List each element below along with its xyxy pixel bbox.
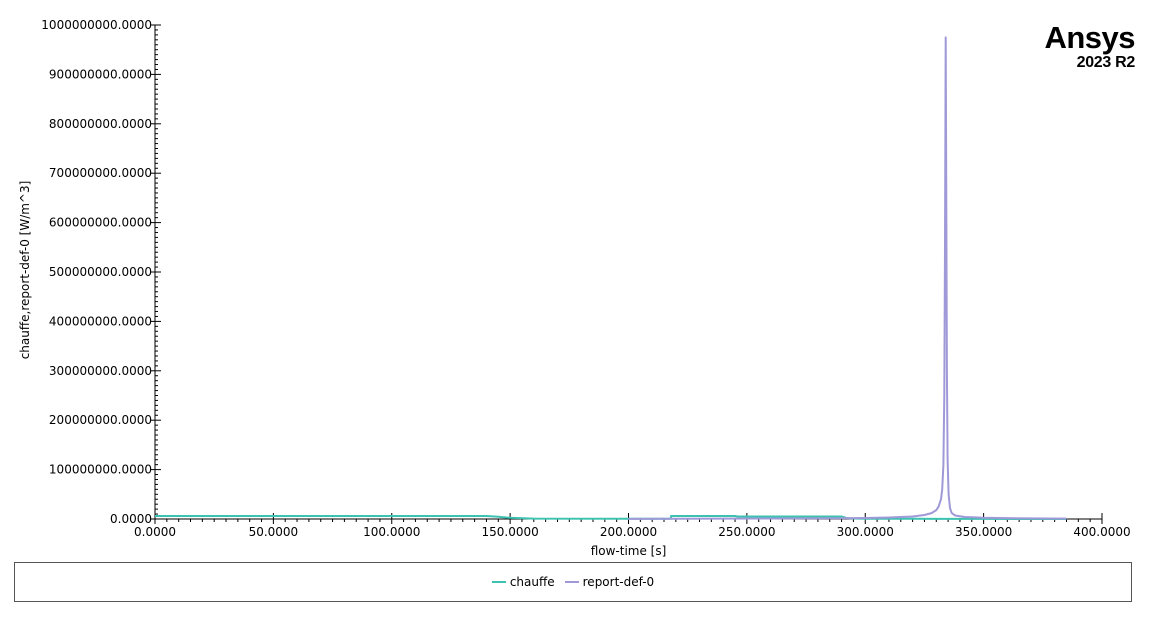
plot-area: 0.0000 100000000.0000 200000000.0000 300000… [18, 18, 1131, 558]
series-line-report-def-0 [628, 36, 1067, 520]
x-tick-label: 350.0000 [955, 525, 1012, 539]
x-tick-label: 50.0000 [249, 525, 299, 539]
x-tick-label: 200.0000 [600, 525, 657, 539]
y-axis-title: chauffe,report-def-0 [W/m^3] [18, 181, 32, 360]
x-tick-label: 250.0000 [718, 525, 775, 539]
ansys-logo: Ansys 2023 R2 [1044, 22, 1135, 71]
legend-item-report-def-0[interactable]: report-def-0 [564, 575, 655, 589]
series-layer [155, 36, 1067, 520]
x-tick-label: 100.0000 [363, 525, 420, 539]
y-tick-label: 300000000.0000 [49, 364, 152, 378]
axes: 0.0000 100000000.0000 200000000.0000 300000… [41, 18, 1130, 539]
legend: chauffe report-def-0 [14, 562, 1132, 602]
x-tick-label: 150.0000 [481, 525, 538, 539]
legend-swatch-report-def-0 [564, 581, 579, 583]
y-tick-label: 700000000.0000 [49, 166, 152, 180]
y-tick-label: 900000000.0000 [49, 67, 152, 81]
logo-name: Ansys [1044, 20, 1135, 55]
legend-swatch-chauffe [491, 581, 506, 583]
legend-label-report-def-0: report-def-0 [582, 575, 655, 589]
y-tick-label: 600000000.0000 [49, 216, 152, 230]
x-tick-label: 400.0000 [1073, 525, 1130, 539]
y-tick-label: 0.0000 [110, 512, 152, 526]
legend-item-chauffe[interactable]: chauffe [491, 575, 555, 589]
x-tick-label: 0.0000 [134, 525, 176, 539]
y-tick-label: 400000000.0000 [49, 314, 152, 328]
y-tick-label: 500000000.0000 [49, 265, 152, 279]
y-tick-label: 1000000000.0000 [41, 18, 152, 32]
y-tick-label: 200000000.0000 [49, 413, 152, 427]
x-axis-title: flow-time [s] [591, 544, 667, 558]
y-tick-label: 100000000.0000 [49, 463, 152, 477]
x-tick-label: 300.0000 [837, 525, 894, 539]
legend-label-chauffe: chauffe [509, 575, 555, 589]
logo-version: 2023 R2 [1076, 54, 1136, 71]
y-tick-label: 800000000.0000 [49, 117, 152, 131]
